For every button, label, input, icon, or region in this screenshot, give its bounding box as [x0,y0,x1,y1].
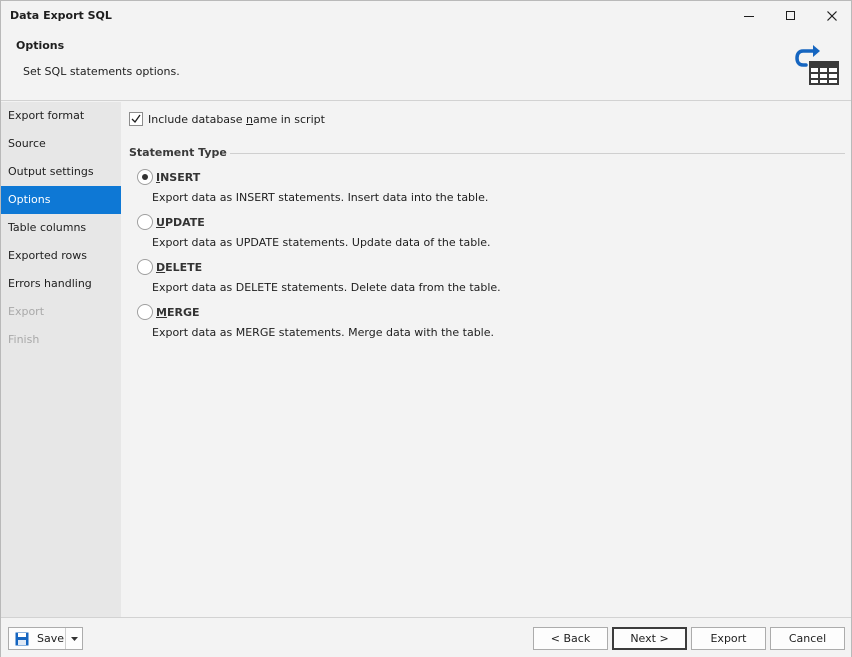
title-bar: Data Export SQL [1,1,851,31]
dialog-window: Data Export SQL Options Set SQL statemen… [0,0,852,657]
floppy-disk-icon [15,632,29,645]
page-title: Options [16,39,65,52]
save-split-button[interactable]: Save [8,627,83,650]
sidebar-item-options[interactable]: Options [1,186,121,214]
radio-update-label: UPDATE [156,215,205,229]
cancel-button[interactable]: Cancel [770,627,845,650]
page-description: Set SQL statements options. [23,65,180,78]
maximize-button[interactable] [771,1,811,31]
radio-insert-label: INSERT [156,170,201,184]
minimize-icon [744,16,754,17]
include-db-name-label: Include database name in script [148,112,325,126]
sidebar-item-exported-rows[interactable]: Exported rows [1,242,121,270]
statement-type-group-title: Statement Type [129,146,230,159]
next-button[interactable]: Next > [612,627,687,650]
sidebar-item-output-settings[interactable]: Output settings [1,158,121,186]
sidebar-item-export: Export [8,305,45,318]
radio-merge-label: MERGE [156,305,200,319]
radio-merge-button[interactable] [137,304,153,320]
sidebar-item-source[interactable]: Source [1,130,121,158]
radio-merge[interactable]: MERGE [137,303,199,321]
radio-delete-description: Export data as DELETE statements. Delete… [152,281,501,294]
save-button[interactable]: Save [9,628,65,649]
sidebar-item-export-format[interactable]: Export format [1,102,121,130]
options-panel: Include database name in script Statemen… [121,102,851,617]
chevron-down-icon [70,636,78,641]
close-button[interactable] [812,1,852,31]
checkbox-box[interactable] [129,112,143,126]
save-dropdown-toggle[interactable] [65,628,82,649]
radio-delete-button[interactable] [137,259,153,275]
radio-insert-button[interactable] [137,169,153,185]
sidebar-item-table-columns[interactable]: Table columns [1,214,121,242]
wizard-footer: Save < Back Next > Export Cancel [1,617,851,657]
include-db-name-checkbox[interactable]: Include database name in script [129,111,325,127]
window-title: Data Export SQL [10,9,112,22]
group-divider [129,153,845,154]
maximize-icon [786,11,795,20]
radio-insert-description: Export data as INSERT statements. Insert… [152,191,489,204]
radio-insert[interactable]: INSERT [137,168,200,186]
radio-merge-description: Export data as MERGE statements. Merge d… [152,326,495,339]
export-button[interactable]: Export [691,627,766,650]
wizard-header: Options Set SQL statements options. [1,31,851,101]
export-table-icon [795,45,839,85]
radio-update-description: Export data as UPDATE statements. Update… [152,236,491,249]
sidebar-item-finish: Finish [8,333,40,346]
checkmark-icon [131,114,141,124]
minimize-button[interactable] [729,1,769,31]
save-button-label: Save [37,632,65,645]
wizard-steps-sidebar: Export format Source Output settings Opt… [1,102,121,617]
close-icon [827,11,837,21]
radio-delete[interactable]: DELETE [137,258,202,276]
radio-delete-label: DELETE [156,260,203,274]
back-button[interactable]: < Back [533,627,608,650]
radio-update-button[interactable] [137,214,153,230]
sidebar-item-errors-handling[interactable]: Errors handling [1,270,121,298]
radio-update[interactable]: UPDATE [137,213,205,231]
